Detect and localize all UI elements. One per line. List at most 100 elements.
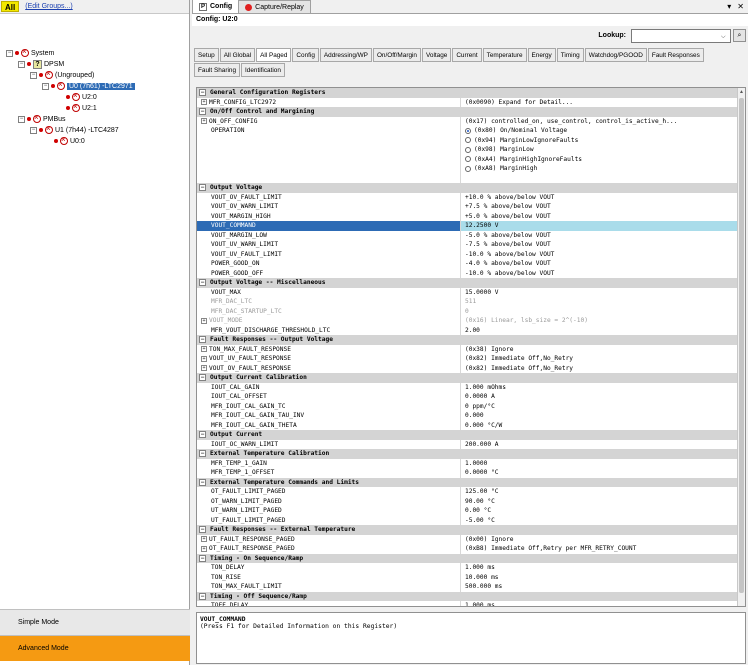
register-value[interactable]: +10.0 % above/below VOUT xyxy=(461,193,739,203)
register-row[interactable]: MFR_TEMP_1_GAIN 1.0000 xyxy=(197,458,739,468)
lookup-input[interactable]: ⌵ xyxy=(631,29,731,43)
collapse-icon[interactable]: − xyxy=(199,450,206,458)
collapse-icon[interactable]: − xyxy=(199,554,206,562)
register-row[interactable]: + VOUT_UV_FAULT_RESPONSE (0x82) Immediate … xyxy=(197,354,739,364)
register-value[interactable]: 0 ppm/°C xyxy=(461,402,739,412)
register-value[interactable]: (0x16) Linear, lsb_size = 2^(-10) xyxy=(461,316,739,326)
expand-icon[interactable]: + xyxy=(201,99,207,106)
register-value[interactable]: 1.000 ms xyxy=(461,563,739,573)
register-row[interactable]: + VOUT_OV_FAULT_RESPONSE (0x82) Immediate … xyxy=(197,363,739,373)
operation-radio-option[interactable]: (0x94) MarginLowIgnoreFaults xyxy=(465,136,578,146)
register-value[interactable]: (0xB8) Immediate Off,Retry per MFR_RETRY… xyxy=(461,544,739,554)
register-value[interactable]: (0x00) Ignore xyxy=(461,535,739,545)
section-header[interactable]: − Timing - On Sequence/Ramp xyxy=(197,553,739,563)
scroll-up-icon[interactable]: ▲ xyxy=(738,88,745,96)
section-header[interactable]: − Output Current xyxy=(197,430,739,440)
register-value[interactable]: -5.00 °C xyxy=(461,516,739,526)
expand-icon[interactable]: + xyxy=(201,365,207,372)
section-header[interactable]: − Output Current Calibration xyxy=(197,373,739,383)
register-row[interactable]: MFR_IOUT_CAL_GAIN_THETA 0.000 °C/W xyxy=(197,420,739,430)
scrollbar-thumb[interactable] xyxy=(739,98,744,593)
tree-node-dpsm[interactable]: − ? DPSM xyxy=(18,59,64,69)
section-header[interactable]: − External Temperature Calibration xyxy=(197,449,739,459)
tree-node-u2-0[interactable]: U2:0 xyxy=(66,91,97,102)
register-row[interactable]: VOUT_OV_WARN_LIMIT +7.5 % above/below VOU… xyxy=(197,202,739,212)
register-value[interactable]: 0.00 °C xyxy=(461,506,739,516)
collapse-icon[interactable]: − xyxy=(199,336,206,344)
tree-node-u0-0[interactable]: U0:0 xyxy=(54,135,85,146)
tree-node-pmbus[interactable]: − PMBus xyxy=(18,113,66,124)
register-row[interactable]: + MFR_CONFIG_LTC2972 (0x0090) Expand for D… xyxy=(197,97,739,107)
collapse-icon[interactable]: − xyxy=(199,279,206,287)
register-value[interactable]: 10.000 ms xyxy=(461,573,739,583)
radio-icon[interactable] xyxy=(465,146,471,153)
all-button[interactable]: All xyxy=(1,1,20,12)
register-row[interactable]: VOUT_OV_FAULT_LIMIT +10.0 % above/below V… xyxy=(197,192,739,203)
subtab-watchdog-pgood[interactable]: Watchdog/PGOOD xyxy=(584,48,647,62)
register-row[interactable]: TON_DELAY 1.000 ms xyxy=(197,563,739,573)
dropdown-arrow-icon[interactable]: ▾ xyxy=(727,2,731,11)
register-value[interactable]: 1.000 ms xyxy=(461,601,739,606)
subtab-all-paged[interactable]: All Paged xyxy=(256,48,292,62)
register-row[interactable]: UT_WARN_LIMIT_PAGED 0.00 °C xyxy=(197,506,739,516)
tree-node-u0[interactable]: − U0 (7h61) -LTC2971 xyxy=(42,80,135,91)
section-header[interactable]: − General Configuration Registers xyxy=(197,88,739,98)
register-row[interactable]: + ON_OFF_CONFIG (0x17) controlled_on, use_… xyxy=(197,116,739,126)
edit-groups-link[interactable]: (Edit Groups...) xyxy=(25,3,72,10)
register-row[interactable]: VOUT_MARGIN_HIGH +5.0 % above/below VOUT xyxy=(197,211,739,221)
close-icon[interactable]: ✕ xyxy=(737,2,744,11)
section-header[interactable]: − Fault Responses -- Output Voltage xyxy=(197,335,739,345)
register-row[interactable]: MFR_DAC_STARTUP_LTC 0 xyxy=(197,306,739,317)
register-row[interactable]: MFR_DAC_LTC 511 xyxy=(197,297,739,307)
operation-radio-option[interactable]: (0xA4) MarginHighIgnoreFaults xyxy=(465,155,582,165)
register-value[interactable]: (0x82) Immediate Off,No_Retry xyxy=(461,354,739,364)
collapse-icon[interactable]: − xyxy=(199,184,206,192)
tree-node-u1[interactable]: − U1 (7h44) -LTC4287 xyxy=(30,124,119,135)
tree-node-system[interactable]: − System xyxy=(6,47,54,58)
register-row[interactable]: MFR_TEMP_1_OFFSET 0.0000 °C xyxy=(197,468,739,478)
register-row[interactable]: MFR_IOUT_CAL_GAIN_TAU_INV 0.000 xyxy=(197,411,739,421)
register-value[interactable]: 0.0000 °C xyxy=(461,468,739,478)
register-row[interactable]: IOUT_CAL_OFFSET 0.0000 A xyxy=(197,392,739,402)
register-row[interactable]: OT_WARN_LIMIT_PAGED 90.00 °C xyxy=(197,496,739,506)
register-row[interactable]: IOUT_CAL_GAIN 1.000 mOhms xyxy=(197,382,739,393)
register-row[interactable]: VOUT_MAX 15.0000 V xyxy=(197,287,739,297)
register-value[interactable]: 1.000 mOhms xyxy=(461,383,739,393)
vertical-scrollbar[interactable]: ▲ xyxy=(737,88,745,606)
search-icon[interactable]: ⌕ xyxy=(733,29,746,42)
radio-icon[interactable] xyxy=(465,156,471,163)
register-row[interactable]: POWER_GOOD_OFF -10.0 % above/below VOUT xyxy=(197,268,739,278)
chevron-down-icon[interactable]: ⌵ xyxy=(721,31,729,41)
register-row[interactable]: + OT_FAULT_RESPONSE_PAGED (0xB8) Immediate… xyxy=(197,544,739,554)
expand-icon[interactable]: + xyxy=(201,545,207,552)
collapse-icon[interactable]: − xyxy=(199,374,206,382)
subtab-addressing-wp[interactable]: Addressing/WP xyxy=(319,48,372,62)
section-header[interactable]: − Output Voltage -- Miscellaneous xyxy=(197,278,739,288)
register-row[interactable]: + VOUT_MODE (0x16) Linear, lsb_size = 2^(-… xyxy=(197,316,739,326)
subtab-on-off-margin[interactable]: On/Off/Margin xyxy=(372,48,421,62)
register-row[interactable]: VOUT_UV_WARN_LIMIT -7.5 % above/below VOU… xyxy=(197,240,739,250)
register-row[interactable]: IOUT_OC_WARN_LIMIT 200.000 A xyxy=(197,439,739,449)
radio-icon[interactable] xyxy=(465,127,471,134)
expand-icon[interactable]: + xyxy=(201,317,207,324)
operation-radio-option[interactable]: (0x98) MarginLow xyxy=(465,145,534,155)
register-value[interactable]: -5.0 % above/below VOUT xyxy=(461,231,739,241)
register-value[interactable]: 0.000 xyxy=(461,411,739,421)
register-row[interactable]: MFR_VOUT_DISCHARGE_THRESHOLD_LTC 2.00 xyxy=(197,325,739,335)
register-row[interactable]: OPERATION (0x80) On/Nominal Voltage (0x94)… xyxy=(197,126,739,183)
subtab-voltage[interactable]: Voltage xyxy=(421,48,452,62)
collapse-icon[interactable]: − xyxy=(18,115,25,123)
subtab-timing[interactable]: Timing xyxy=(556,48,584,62)
register-row[interactable]: + TON_MAX_FAULT_RESPONSE (0x38) Ignore xyxy=(197,344,739,354)
register-row-selected[interactable]: VOUT_COMMAND 12.2500 V xyxy=(197,221,739,231)
section-header[interactable]: − Fault Responses -- External Temperature xyxy=(197,525,739,535)
register-value[interactable]: 0 xyxy=(461,307,739,317)
subtab-temperature[interactable]: Temperature xyxy=(482,48,527,62)
register-row[interactable]: OT_FAULT_LIMIT_PAGED 125.00 °C xyxy=(197,487,739,497)
operation-radio-option[interactable]: (0x80) On/Nominal Voltage xyxy=(465,126,567,136)
radio-icon[interactable] xyxy=(465,137,471,144)
tree-node-ungrouped[interactable]: − (Ungrouped) xyxy=(30,69,94,80)
register-row[interactable]: UT_FAULT_LIMIT_PAGED -5.00 °C xyxy=(197,515,739,526)
collapse-icon[interactable]: − xyxy=(42,82,49,90)
operation-radio-option[interactable]: (0xA8) MarginHigh xyxy=(465,164,537,174)
